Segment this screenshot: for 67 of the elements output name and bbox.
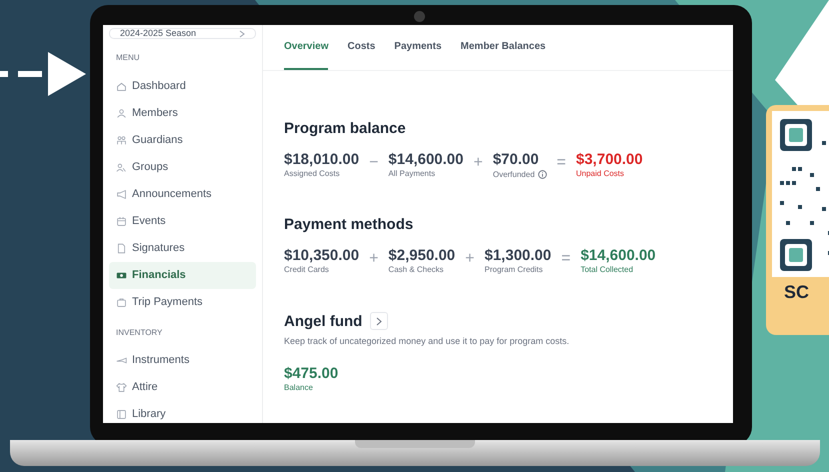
document-icon	[116, 243, 127, 254]
megaphone-icon	[116, 189, 127, 200]
amount-label: Program Credits	[484, 266, 543, 274]
amount-label: Unpaid Costs	[576, 170, 624, 178]
sidebar-item[interactable]: Announcements	[109, 181, 256, 208]
amount: $70.00	[492, 152, 540, 167]
chevron-icon	[238, 30, 245, 38]
shirt-icon	[116, 382, 127, 393]
operator-sign: =	[561, 251, 571, 267]
info-icon[interactable]	[538, 170, 547, 179]
operator-sign: +	[369, 251, 378, 267]
expand-button[interactable]	[370, 312, 388, 330]
operator-sign: −	[369, 155, 378, 171]
tab[interactable]: Overview	[284, 25, 328, 70]
briefcase-icon	[116, 297, 127, 308]
money-icon	[116, 270, 127, 281]
amount: $10,350.00	[284, 248, 360, 263]
season-dropdown[interactable]: 2024-2025 Season	[109, 28, 256, 39]
amount: $14,600.00	[580, 248, 656, 263]
tab[interactable]: Payments	[394, 25, 442, 70]
amount-label: All Payments	[388, 170, 436, 178]
tab[interactable]: Member Balances	[460, 25, 546, 70]
section-title: Payment methods	[284, 217, 414, 232]
amount-label: Credit Cards	[284, 266, 329, 274]
sidebar-item[interactable]: Events	[109, 208, 256, 235]
instrument-icon	[116, 355, 127, 366]
amount-label: Total Collected	[580, 266, 634, 274]
sidebar-item[interactable]: Dashboard	[109, 73, 256, 100]
amount: $475.00	[284, 366, 340, 380]
sidebar-item[interactable]: Members	[109, 100, 256, 127]
tab[interactable]: Costs	[347, 25, 376, 70]
amount: $2,950.00	[388, 248, 456, 263]
amount: $18,010.00	[284, 152, 360, 167]
sidebar-item[interactable]: Instruments	[109, 347, 256, 374]
chevron-icon	[376, 316, 382, 326]
description: Keep track of uncategorized money and use it to pay for program costs.	[284, 335, 570, 348]
amount-label: Assigned Costs	[284, 170, 340, 178]
family-icon	[116, 135, 127, 146]
sidebar-item[interactable]: Trip Payments	[109, 289, 256, 316]
sidebar-item[interactable]: Financials	[109, 262, 256, 289]
amount-label: Balance	[284, 384, 314, 392]
group-icon	[116, 162, 127, 173]
qr-code-icon	[772, 111, 829, 277]
section-title: Program balance	[284, 121, 407, 136]
section-heading: MENU	[115, 54, 141, 62]
sidebar-item[interactable]: Groups	[109, 154, 256, 181]
operator-sign: =	[556, 155, 566, 171]
qr-caption: SC	[784, 283, 810, 301]
book-icon	[116, 409, 127, 420]
amount-label: Cash & Checks	[388, 266, 444, 274]
operator-sign: +	[465, 251, 474, 267]
dashed-arrow-icon	[0, 52, 86, 96]
people-icon	[116, 108, 127, 119]
sidebar-item[interactable]: Signatures	[109, 235, 256, 262]
camera-icon	[414, 11, 425, 22]
sidebar-item[interactable]: Attire	[109, 374, 256, 401]
home-icon	[116, 81, 127, 92]
calendar-icon	[116, 216, 127, 227]
sidebar-item[interactable]: Library	[109, 401, 256, 423]
sidebar-item[interactable]: Guardians	[109, 127, 256, 154]
amount: $1,300.00	[484, 248, 552, 263]
amount: $14,600.00	[388, 152, 464, 167]
amount-label: Overfunded	[492, 170, 535, 178]
section-heading: INVENTORY	[115, 329, 164, 337]
amount: $3,700.00	[576, 152, 643, 167]
section-title: Angel fund	[284, 314, 362, 328]
operator-sign: +	[474, 155, 483, 171]
